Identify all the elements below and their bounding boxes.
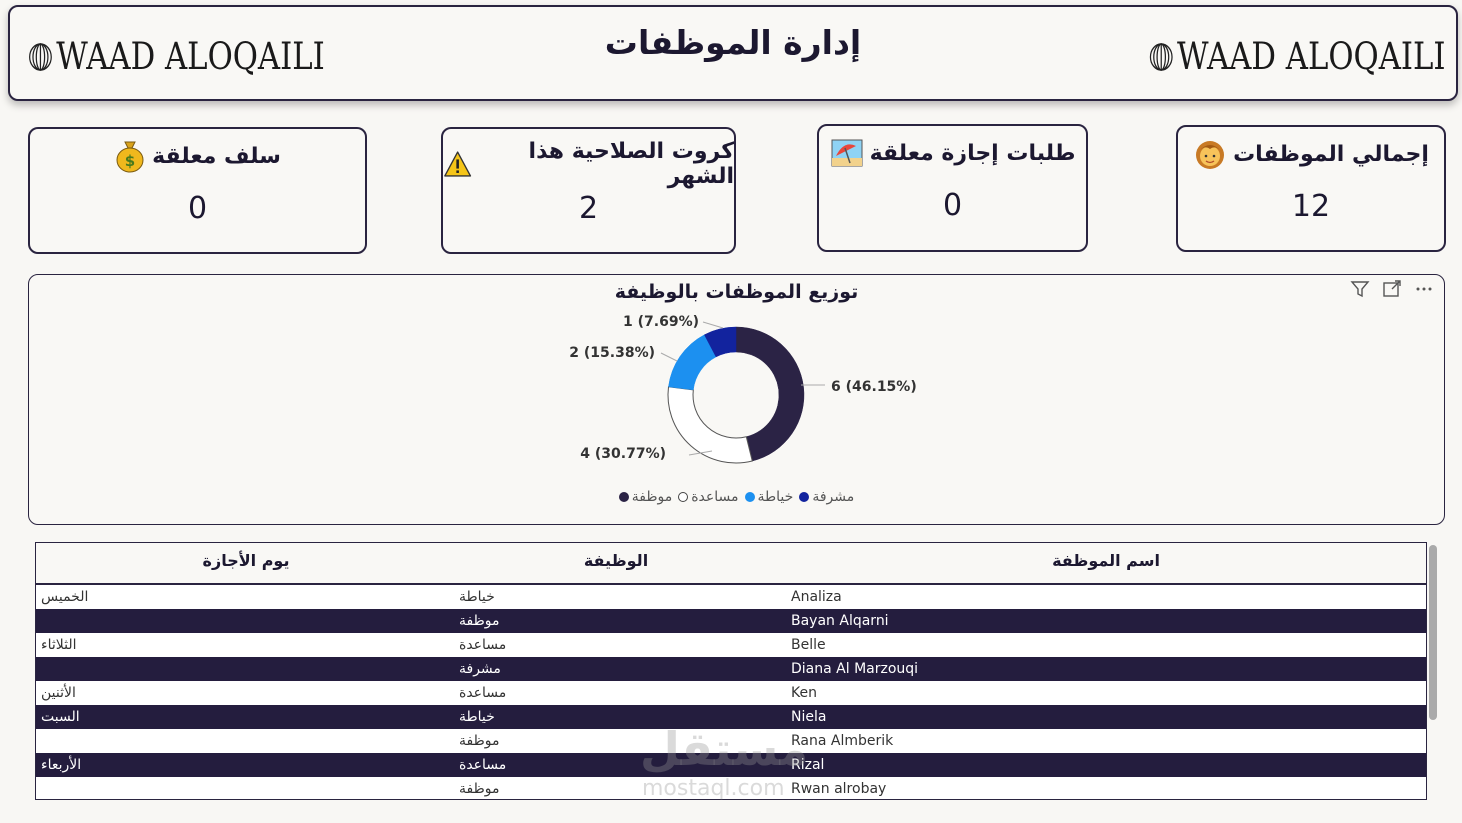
cell-job: مساعدة — [459, 757, 507, 773]
data-label: 6 (46.15%) — [831, 379, 917, 395]
cell-job: خياطة — [459, 709, 495, 725]
watermark-logo: مستقل — [640, 722, 809, 776]
legend-label: خياطة — [757, 489, 794, 505]
leader-line — [660, 352, 678, 362]
watermark-url: mostaql.com — [642, 776, 785, 801]
brand-logo-text: WAAD ALOQAILI — [1177, 35, 1446, 78]
cell-job: مساعدة — [459, 637, 507, 653]
logo-emblem-icon — [1150, 42, 1174, 71]
beach-umbrella-icon — [831, 139, 863, 167]
cell-job: موظفة — [459, 613, 500, 629]
cell-name: Analiza — [791, 589, 842, 605]
data-label: 4 (30.77%) — [580, 446, 666, 462]
cell-day: الأربعاء — [41, 757, 82, 773]
legend-marker-icon — [678, 492, 689, 502]
column-header-name[interactable]: اسم الموظفة — [986, 551, 1226, 570]
page-header: WAAD ALOQAILI إدارة الموظفات WAAD ALOQAI… — [8, 5, 1458, 101]
column-header-job[interactable]: الوظيفة — [496, 551, 736, 570]
job-distribution-chart: توزيع الموظفات بالوظيفة 6 (46.15%) 4 (30.… — [28, 274, 1445, 525]
donut-chart-svg: 6 (46.15%) 4 (30.77%) 2 (15.38%) 1 (7.69%) — [569, 314, 917, 464]
kpi-card-total-employees: إجمالي الموظفات 12 — [1176, 125, 1446, 252]
table-row[interactable]: Analiza خياطة الخميس — [36, 585, 1426, 610]
money-bag-icon: $ — [116, 141, 144, 173]
column-header-day[interactable]: يوم الأجازة — [126, 551, 366, 570]
table-row[interactable]: Ken مساعدة الأثنين — [36, 681, 1426, 706]
legend-item[interactable]: خياطة — [744, 489, 794, 505]
cell-job: موظفة — [459, 781, 500, 797]
table-row[interactable]: Belle مساعدة الثلاثاء — [36, 633, 1426, 658]
cell-name: Ken — [791, 685, 817, 701]
card-value: 12 — [1291, 189, 1331, 224]
cell-job: مشرفة — [459, 661, 501, 677]
warning-icon — [444, 151, 472, 177]
kpi-card-pending-leave: طلبات إجازة معلقة 0 — [817, 124, 1088, 252]
kpi-card-pending-advances: سلف معلقة $ 0 — [28, 127, 367, 254]
woman-emoji-icon — [1196, 141, 1225, 169]
kpi-card-expiring-cards: كروت الصلاحية هذا الشهر 2 — [441, 127, 736, 254]
legend-label: مشرفة — [812, 489, 855, 505]
legend-item[interactable]: مساعدة — [678, 489, 739, 505]
table-header: اسم الموظفة الوظيفة يوم الأجازة — [36, 543, 1426, 585]
cell-name: Belle — [791, 637, 826, 653]
legend-marker-icon — [744, 492, 755, 502]
cell-day: السبت — [41, 709, 80, 725]
cell-job: موظفة — [459, 733, 500, 749]
legend-item[interactable]: موظفة — [618, 489, 673, 505]
leader-line — [702, 321, 724, 329]
legend-label: موظفة — [631, 489, 673, 505]
brand-logo-right: WAAD ALOQAILI — [1149, 35, 1446, 78]
cell-job: مساعدة — [459, 685, 507, 701]
svg-text:$: $ — [125, 152, 135, 170]
table-row[interactable]: Bayan Alqarni موظفة — [36, 609, 1426, 633]
cell-day: الثلاثاء — [41, 637, 77, 653]
data-label: 2 (15.38%) — [569, 345, 655, 361]
cell-name: Diana Al Marzouqi — [791, 661, 919, 677]
cell-job: خياطة — [459, 589, 495, 605]
table-row[interactable]: Diana Al Marzouqi مشرفة — [36, 657, 1426, 681]
cell-day: الأثنين — [41, 685, 76, 701]
card-value: 0 — [942, 188, 963, 223]
card-title: طلبات إجازة معلقة — [819, 136, 1086, 170]
card-value: 2 — [578, 191, 599, 226]
legend-marker-icon — [618, 492, 629, 502]
chart-legend: موظفة مساعدة خياطة مشرفة — [29, 489, 1444, 505]
cell-day: الخميس — [41, 589, 89, 605]
cell-name: Bayan Alqarni — [791, 613, 889, 629]
legend-marker-icon — [799, 492, 810, 502]
card-value: 0 — [187, 191, 208, 226]
data-label: 1 (7.69%) — [623, 314, 699, 330]
card-title: كروت الصلاحية هذا الشهر — [443, 139, 734, 189]
card-title: سلف معلقة $ — [30, 139, 365, 173]
legend-item[interactable]: مشرفة — [799, 489, 854, 505]
cell-name: Rwan alrobay — [791, 781, 887, 797]
card-title: إجمالي الموظفات — [1178, 137, 1444, 171]
legend-label: مساعدة — [691, 489, 739, 505]
table-scrollbar[interactable] — [1429, 545, 1437, 720]
